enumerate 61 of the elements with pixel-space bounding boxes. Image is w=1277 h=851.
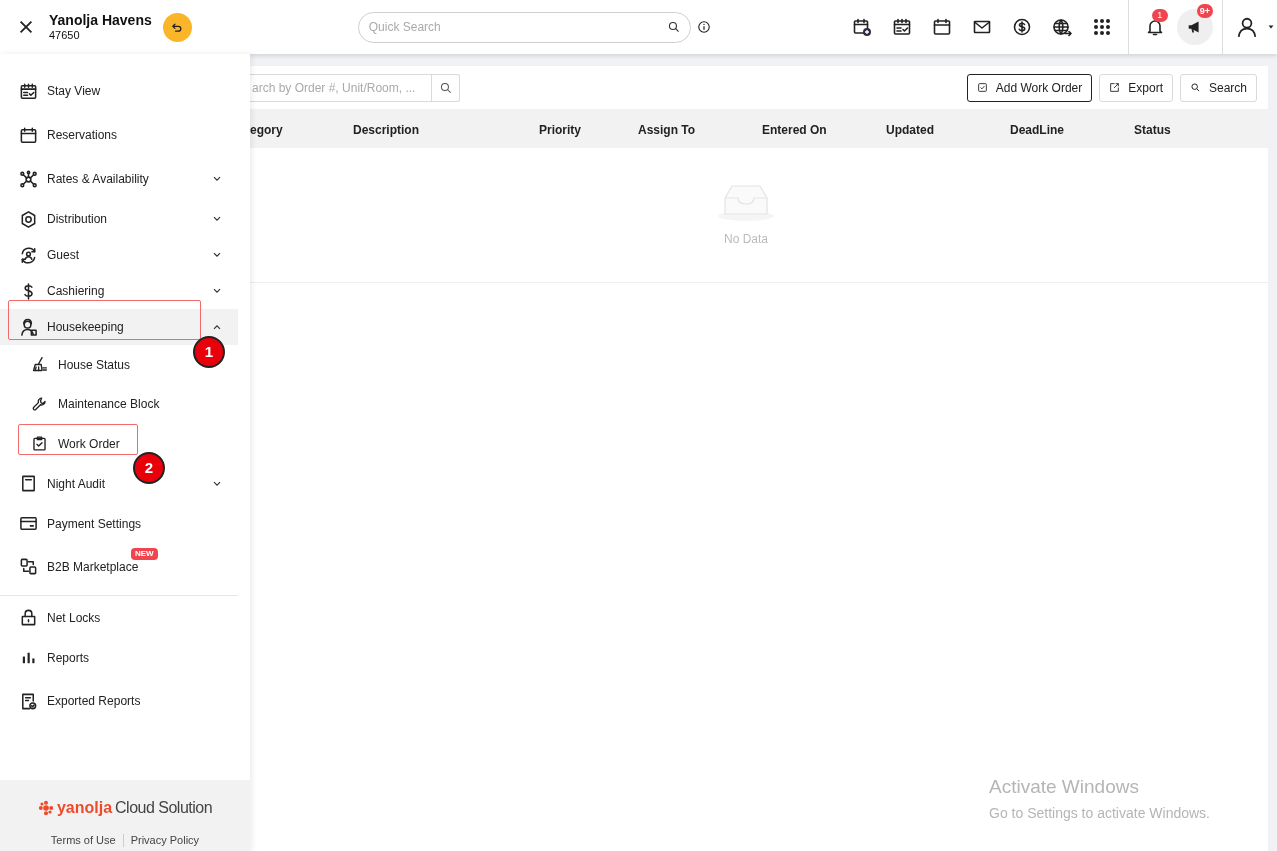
document-icon: [19, 474, 38, 493]
footer-link[interactable]: Terms of Use: [50, 832, 116, 849]
user-icon: [1235, 16, 1258, 38]
dollar-circle-icon[interactable]: [1011, 17, 1032, 37]
report-check-icon: [19, 691, 38, 711]
exchange-icon: [19, 557, 38, 576]
order-search-field[interactable]: arch by Order #, Unit/Room, ...: [250, 73, 432, 102]
nav-item[interactable]: Housekeeping: [0, 309, 238, 345]
empty-state-text: No Data: [724, 231, 768, 248]
column-header: Entered On: [762, 122, 827, 137]
clipboard-check-icon: [31, 435, 48, 453]
submenu-item[interactable]: House Status: [31, 353, 133, 376]
search-icon[interactable]: [666, 19, 681, 34]
column-header: egory: [250, 122, 283, 137]
calendar-icon[interactable]: [931, 17, 952, 37]
property-code: 47650: [49, 30, 81, 41]
activation-title: Activate Windows: [989, 775, 1140, 799]
network-icon: [19, 169, 38, 189]
search-icon: [1189, 82, 1201, 93]
submenu-item[interactable]: Maintenance Block: [31, 393, 162, 416]
user-menu-button[interactable]: [1235, 16, 1276, 38]
close-icon: [17, 18, 35, 36]
toolbar-button[interactable]: Export: [1099, 73, 1173, 102]
undo-button[interactable]: [162, 12, 192, 42]
quick-search-field[interactable]: Quick Search: [357, 11, 691, 43]
broom-icon: [31, 356, 48, 374]
toolbar-button[interactable]: Add Work Order: [966, 73, 1093, 102]
checkbox-icon: [976, 82, 988, 93]
stay-view-icon[interactable]: [891, 17, 912, 37]
column-header: Priority: [539, 122, 581, 137]
column-header: Assign To: [638, 122, 696, 137]
brand-logo: yanolja Cloud Solution: [37, 800, 213, 816]
export-icon: [1109, 82, 1121, 93]
toolbar-button[interactable]: Search: [1179, 73, 1257, 102]
search-button[interactable]: [432, 73, 460, 102]
guest-cycle-icon: [19, 245, 38, 265]
flower-icon: [37, 800, 54, 816]
empty-inbox-icon: [717, 184, 775, 222]
wrench-icon: [31, 395, 48, 413]
card-icon: [19, 514, 38, 533]
property-name: Yanolja Havens: [49, 13, 152, 27]
globe-icon[interactable]: [1051, 17, 1072, 37]
calendar-icon: [19, 125, 38, 145]
submenu-item[interactable]: Work Order: [31, 432, 122, 455]
apps-grid-icon[interactable]: [1091, 17, 1112, 37]
info-icon[interactable]: [696, 20, 711, 34]
notification-count: 1: [1151, 9, 1168, 22]
footer-link[interactable]: Privacy Policy: [130, 832, 200, 849]
search-icon: [438, 80, 453, 95]
announcement-button[interactable]: [1176, 9, 1213, 45]
calendar-plus-icon[interactable]: [851, 17, 872, 37]
housekeeper-icon: [19, 317, 38, 337]
column-header: Description: [353, 122, 419, 137]
column-header: Status: [1134, 122, 1171, 137]
lock-icon: [19, 608, 38, 627]
column-header: Updated: [886, 122, 934, 137]
hexagon-gear-icon: [19, 209, 38, 229]
stay-view-icon: [19, 81, 38, 101]
column-header: DeadLine: [1010, 122, 1064, 137]
announcement-count: 9+: [1196, 4, 1213, 18]
activation-message: Go to Settings to activate Windows.: [989, 803, 1210, 823]
